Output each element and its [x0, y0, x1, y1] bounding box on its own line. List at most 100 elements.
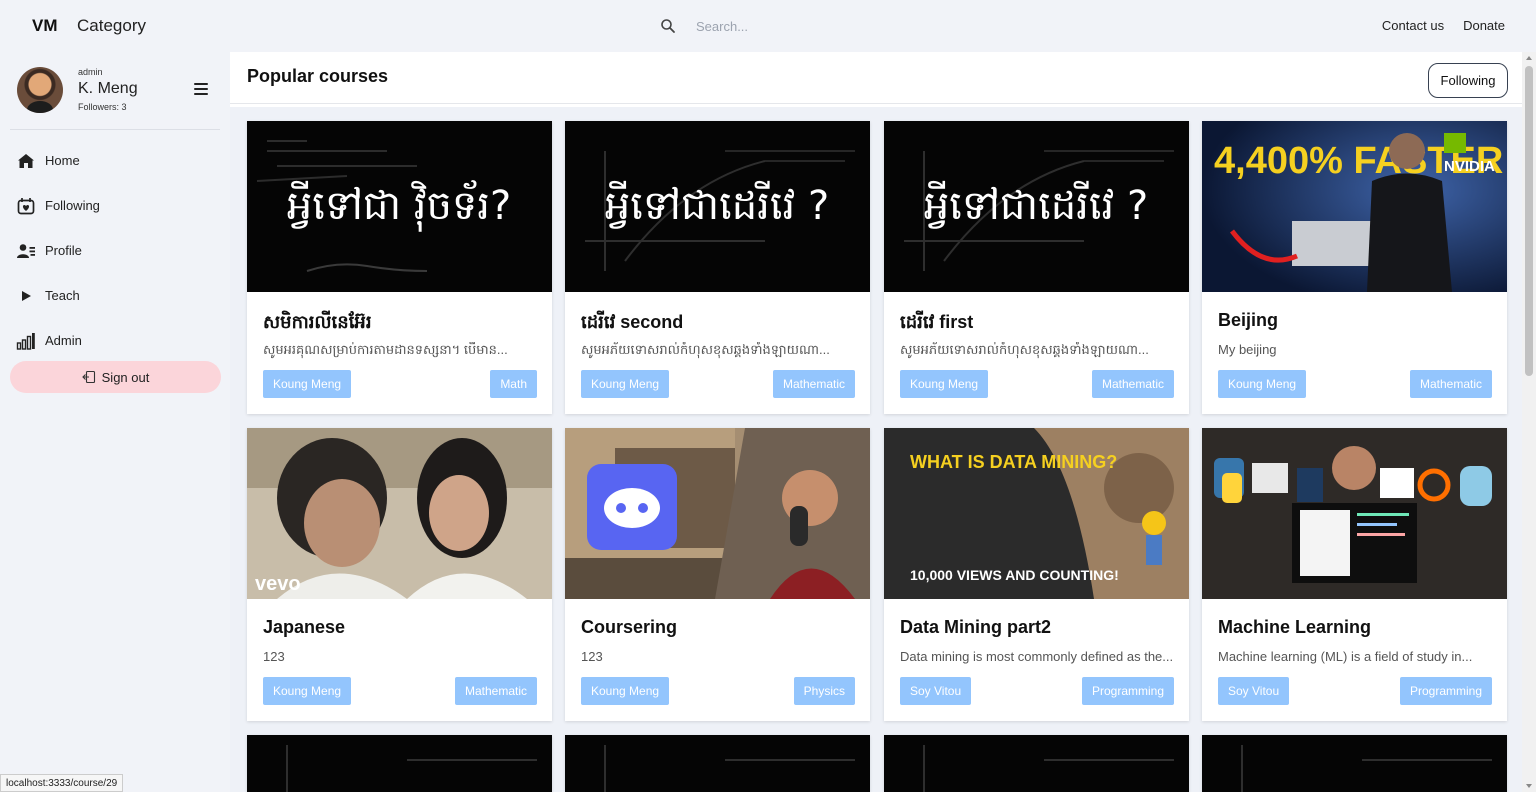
category-tag[interactable]: Mathematic — [772, 370, 855, 398]
course-description: សូមអភ័យទោសរាល់កំហុសខុសឆ្គងទាំងឡាយណា... — [900, 342, 1149, 357]
sidebar-item-admin[interactable]: Admin — [16, 318, 220, 363]
search-input[interactable] — [696, 18, 936, 34]
course-thumbnail — [1202, 735, 1507, 792]
course-thumbnail — [1202, 428, 1507, 599]
search-icon[interactable] — [660, 18, 676, 34]
course-title[interactable]: Coursering — [581, 617, 677, 638]
avatar[interactable] — [17, 67, 63, 113]
course-thumbnail: WHAT IS DATA MINING? 10,000 VIEWS AND CO… — [884, 428, 1189, 599]
course-thumbnail — [247, 735, 552, 792]
sidebar-item-following[interactable]: Following — [16, 183, 220, 228]
course-card[interactable]: WHAT IS DATA MINING? 10,000 VIEWS AND CO… — [884, 428, 1189, 721]
chart-icon — [16, 332, 35, 350]
course-thumbnail: អ្វីទៅជាដេរីវេ ? — [565, 121, 870, 292]
top-bar: VM Category Contact us Donate — [0, 0, 1536, 52]
thumbnail-title: អ្វីទៅជា វ៉ិចទ័រ? — [287, 180, 511, 232]
sidebar-item-profile[interactable]: Profile — [16, 228, 220, 273]
course-description: Data mining is most commonly defined as … — [900, 649, 1174, 664]
status-url: localhost:3333/course/29 — [0, 774, 124, 792]
course-title[interactable]: ដេរីវេ first — [900, 310, 973, 337]
course-card[interactable] — [247, 735, 552, 792]
search-bar — [660, 14, 960, 38]
sidebar-nav: Home Following Profile Teach Admin — [16, 138, 220, 363]
contact-us-link[interactable]: Contact us — [1382, 18, 1444, 33]
brand-logo[interactable]: VM — [32, 16, 58, 36]
following-button[interactable]: Following — [1428, 63, 1508, 98]
sidebar-item-home[interactable]: Home — [16, 138, 220, 183]
scrollbar[interactable] — [1522, 52, 1536, 792]
sidebar-item-label: Following — [45, 198, 100, 213]
category-tag[interactable]: Math — [490, 370, 537, 398]
header-divider — [230, 103, 1522, 104]
course-description: My beijing — [1218, 342, 1277, 357]
profile-icon — [17, 243, 35, 258]
author-tag[interactable]: Koung Meng — [581, 370, 670, 398]
course-title[interactable]: Beijing — [1218, 310, 1278, 331]
course-card[interactable]: អ្វីទៅជាដេរីវេ ? ដេរីវេ first សូមអភ័យទោស… — [884, 121, 1189, 414]
thumbnail-title: អ្វីទៅជាដេរីវេ ? — [924, 180, 1148, 229]
category-link[interactable]: Category — [77, 16, 146, 36]
category-tag[interactable]: Mathematic — [1409, 370, 1492, 398]
author-tag[interactable]: Koung Meng — [263, 370, 352, 398]
course-card[interactable]: អ្វីទៅជា វ៉ិចទ័រ? សមិការលីនេអ៊ែរ សូមអរគុ… — [247, 121, 552, 414]
author-tag[interactable]: Koung Meng — [263, 677, 352, 705]
course-card[interactable] — [884, 735, 1189, 792]
author-tag[interactable]: Koung Meng — [900, 370, 989, 398]
scroll-up-arrow-icon[interactable] — [1526, 56, 1532, 60]
course-title[interactable]: Data Mining part2 — [900, 617, 1051, 638]
following-icon — [17, 197, 35, 214]
course-card[interactable] — [1202, 735, 1507, 792]
course-title[interactable]: ដេរីវេ second — [581, 310, 683, 337]
sidebar-item-label: Admin — [45, 333, 82, 348]
page-title: Popular courses — [247, 66, 389, 86]
donate-link[interactable]: Donate — [1463, 18, 1505, 33]
category-tag[interactable]: Programming — [1081, 677, 1174, 705]
course-card[interactable]: Coursering 123 Koung Meng Physics — [565, 428, 870, 721]
course-thumbnail: អ្វីទៅជាដេរីវេ ? — [884, 121, 1189, 292]
category-tag[interactable]: Programming — [1399, 677, 1492, 705]
sign-out-icon — [81, 370, 95, 384]
course-title[interactable]: សមិការលីនេអ៊ែរ — [263, 310, 372, 337]
sidebar-item-teach[interactable]: Teach — [16, 273, 220, 318]
hamburger-menu-icon[interactable] — [194, 83, 208, 95]
scroll-thumb[interactable] — [1525, 66, 1533, 376]
author-tag[interactable]: Koung Meng — [581, 677, 670, 705]
user-role: admin — [78, 67, 103, 77]
course-card[interactable]: Machine Learning Machine learning (ML) i… — [1202, 428, 1507, 721]
vevo-logo: vevo — [255, 573, 301, 595]
course-description: សូមអរគុណសម្រាប់ការតាមដានទស្សនា។ បើមាន... — [263, 342, 508, 357]
course-thumbnail — [565, 428, 870, 599]
main-content: Popular courses Following អ្វីទៅជា វ៉ិចទ… — [230, 52, 1522, 792]
home-icon — [18, 153, 34, 168]
thumbnail-title: WHAT IS DATA MINING? — [910, 452, 1117, 472]
category-tag[interactable]: Mathematic — [1091, 370, 1174, 398]
course-description: 123 — [581, 649, 603, 664]
sidebar-item-label: Profile — [45, 243, 82, 258]
sidebar-divider — [10, 129, 220, 130]
sidebar-item-label: Home — [45, 153, 80, 168]
category-tag[interactable]: Mathematic — [454, 677, 537, 705]
author-tag[interactable]: Koung Meng — [1218, 370, 1307, 398]
course-description: Machine learning (ML) is a field of stud… — [1218, 649, 1473, 664]
sidebar: admin K. Meng Followers: 3 Home Followin… — [0, 52, 230, 792]
top-links: Contact us Donate — [1382, 18, 1505, 33]
course-card[interactable]: 4,400% FASTER NVIDIA Beijing My beijing … — [1202, 121, 1507, 414]
course-card[interactable] — [565, 735, 870, 792]
author-tag[interactable]: Soy Vitou — [1218, 677, 1290, 705]
course-title[interactable]: Machine Learning — [1218, 617, 1371, 638]
sign-out-button[interactable]: Sign out — [10, 361, 221, 393]
category-tag[interactable]: Physics — [793, 677, 855, 705]
user-name: K. Meng — [78, 80, 138, 97]
scroll-down-arrow-icon[interactable] — [1526, 784, 1532, 788]
play-icon — [22, 290, 31, 301]
course-thumbnail — [565, 735, 870, 792]
course-thumbnail — [884, 735, 1189, 792]
thumbnail-title: អ្វីទៅជាដេរីវេ ? — [605, 180, 829, 229]
course-title[interactable]: Japanese — [263, 617, 345, 638]
course-grid: អ្វីទៅជា វ៉ិចទ័រ? សមិការលីនេអ៊ែរ សូមអរគុ… — [230, 107, 1522, 792]
course-card[interactable]: vevo Japanese 123 Koung Meng Mathematic — [247, 428, 552, 721]
author-tag[interactable]: Soy Vitou — [900, 677, 972, 705]
thumbnail-subtitle: 10,000 VIEWS AND COUNTING! — [910, 567, 1119, 583]
course-card[interactable]: អ្វីទៅជាដេរីវេ ? ដេរីវេ second សូមអភ័យទោ… — [565, 121, 870, 414]
course-thumbnail: 4,400% FASTER NVIDIA — [1202, 121, 1507, 292]
